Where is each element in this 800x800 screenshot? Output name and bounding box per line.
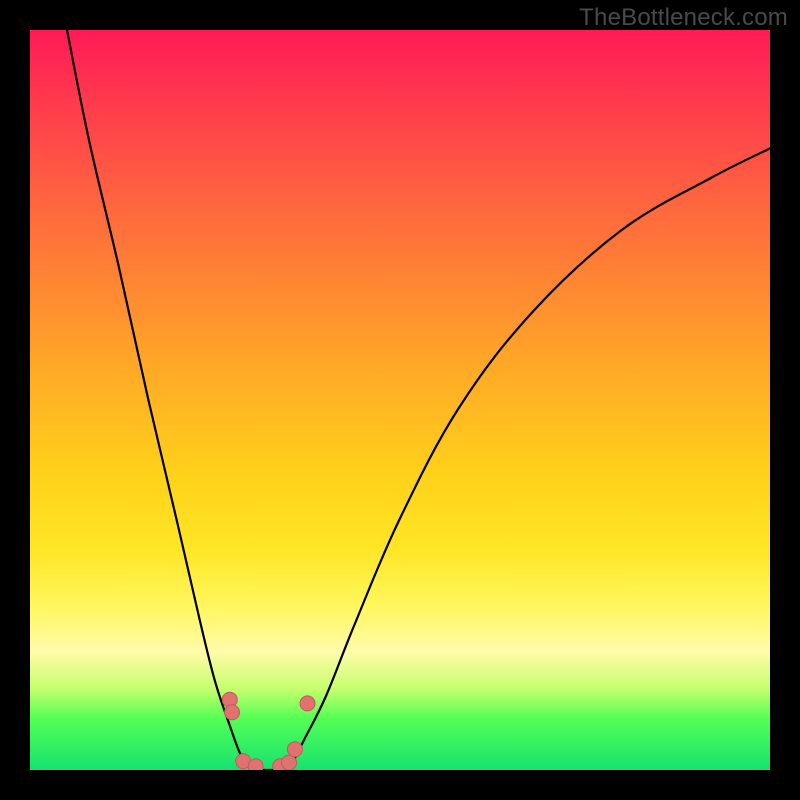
chart-svg: [30, 30, 770, 770]
data-point: [287, 742, 302, 757]
watermark-text: TheBottleneck.com: [579, 4, 788, 32]
data-points: [222, 692, 315, 770]
left-curve: [67, 30, 252, 770]
data-point: [300, 696, 315, 711]
data-point: [225, 705, 240, 720]
data-point: [248, 759, 263, 770]
chart-frame: TheBottleneck.com: [0, 0, 800, 800]
data-point: [282, 755, 297, 770]
right-curve: [289, 148, 770, 770]
plot-area: [30, 30, 770, 770]
